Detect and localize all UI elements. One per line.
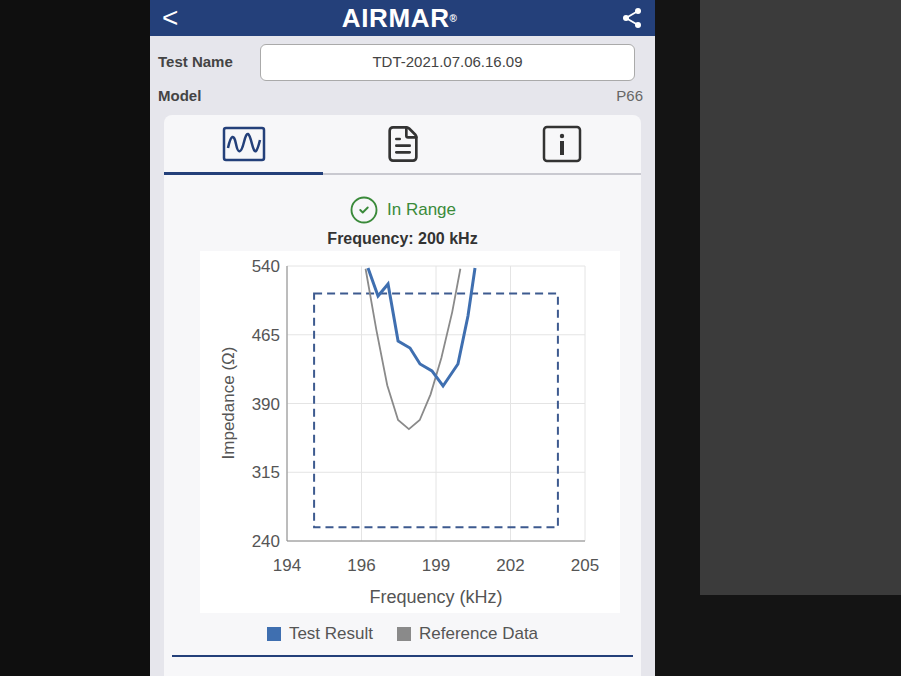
- x-tick: 194: [273, 556, 301, 575]
- result-card: In RangeFrequency: 200 kHz 540 465 390 315 24…: [164, 115, 641, 676]
- check-icon: [349, 195, 379, 225]
- back-button[interactable]: <: [162, 4, 178, 32]
- tab[interactable]: [323, 115, 482, 175]
- legend-swatch: [267, 627, 281, 641]
- legend: Test Result Reference Data: [164, 613, 641, 647]
- backdrop-left: [0, 0, 150, 676]
- x-tick: 202: [496, 556, 524, 575]
- impedance-chart: 540 465 390 315 240 194 196 199 202 205 Impedance …: [200, 251, 620, 613]
- y-tick: 390: [252, 395, 280, 414]
- legend-item: Reference Data: [397, 621, 538, 647]
- logo: AIRMAR®: [342, 5, 458, 31]
- test-name-row: Test Name TDT-2021.07.06.16.09: [150, 36, 655, 81]
- status-text: In Range: [387, 197, 456, 223]
- model-label: Model: [158, 85, 201, 108]
- model-row: Model P66: [150, 81, 655, 116]
- test-name-label: Test Name: [158, 51, 248, 74]
- chart-title: Frequency: 200 kHz: [164, 225, 641, 251]
- y-tick: 315: [252, 463, 280, 482]
- bottom-rule: [172, 655, 633, 657]
- tab[interactable]: [482, 115, 641, 175]
- x-axis-title: Frequency (kHz): [369, 587, 502, 607]
- photo: <AIRMAR®Test NameTDT-2021.07.06.16.09Mod…: [0, 0, 901, 676]
- legend-swatch: [397, 627, 411, 641]
- phone-screen: <AIRMAR®Test NameTDT-2021.07.06.16.09Mod…: [150, 0, 655, 676]
- limit-box: [314, 294, 558, 528]
- backdrop-right: [655, 0, 901, 676]
- y-axis-title: Impedance (Ω): [219, 347, 238, 460]
- y-tick: 465: [252, 326, 280, 345]
- tab[interactable]: [164, 115, 323, 175]
- x-tick: 205: [571, 556, 599, 575]
- series-line: [368, 268, 475, 386]
- legend-item: Test Result: [267, 621, 373, 647]
- model-value: P66: [616, 85, 647, 108]
- y-tick: 240: [252, 532, 280, 551]
- y-tick: 540: [252, 257, 280, 276]
- header-bar: < AIRMAR®: [150, 0, 655, 36]
- document-icon: [383, 124, 423, 164]
- info-icon: [542, 125, 582, 163]
- test-name-field[interactable]: TDT-2021.07.06.16.09: [260, 44, 635, 81]
- x-tick: 196: [347, 556, 375, 575]
- status: In Range: [164, 175, 641, 225]
- tab-bar: [164, 115, 641, 175]
- share-icon[interactable]: [621, 7, 643, 29]
- waveform-icon: [222, 126, 266, 162]
- x-tick: 199: [422, 556, 450, 575]
